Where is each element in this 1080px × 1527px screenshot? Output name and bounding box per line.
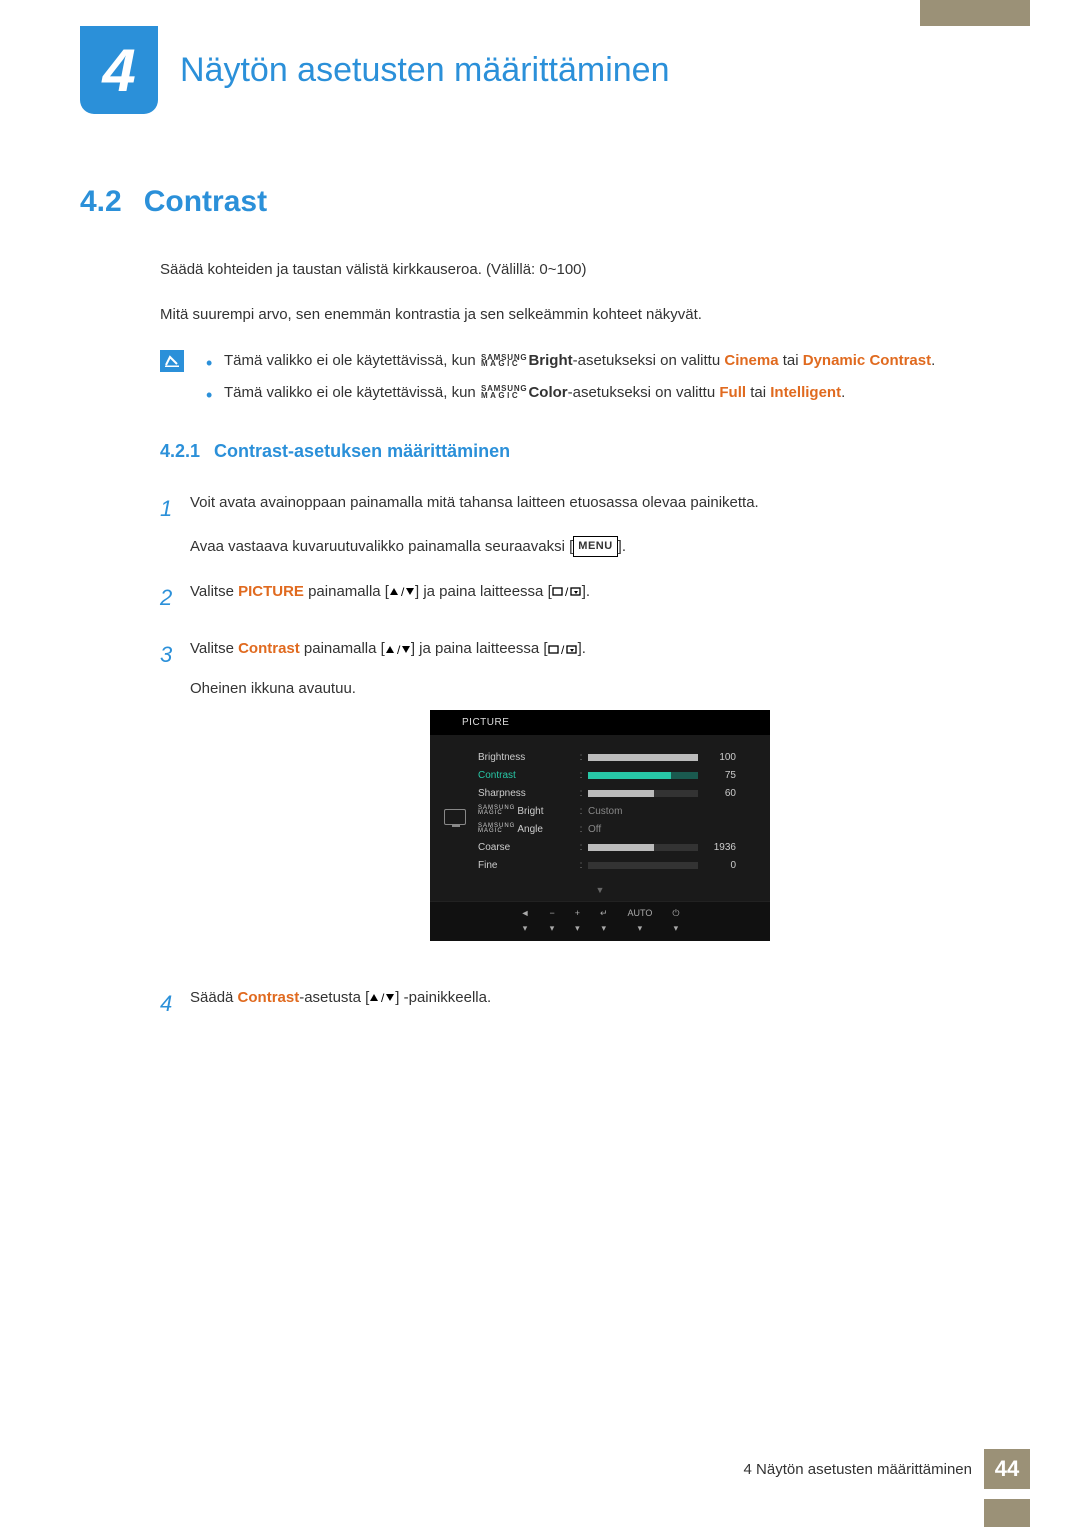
note-icon <box>160 350 184 372</box>
osd-nav-left-icon: ◄▾ <box>521 906 530 937</box>
step-number: 3 <box>160 636 190 964</box>
step-text: ] ja paina laitteessa [ <box>411 640 548 657</box>
section-intro-2: Mitä suurempi arvo, sen enemmän kontrast… <box>160 304 1010 327</box>
note-item-2: Tämä valikko ei ole käytettävissä, kun S… <box>202 380 935 406</box>
note-keyword: Full <box>719 384 746 401</box>
step-text: ] ja paina laitteessa [ <box>415 583 552 600</box>
step-text: Valitse <box>190 583 238 600</box>
menu-key-icon: MENU <box>573 536 617 557</box>
chapter-number-badge: 4 <box>80 26 158 114</box>
step-keyword: Contrast <box>238 989 300 1006</box>
osd-row: Brightness:100 <box>478 749 756 766</box>
source-enter-icon: / <box>548 637 578 663</box>
bottom-accent-stripe <box>984 1499 1030 1527</box>
step-text: -asetusta [ <box>299 989 369 1006</box>
step-4: 4 Säädä Contrast-asetusta [ / ] -painikkee… <box>160 985 1010 1022</box>
step-text: Avaa vastaava kuvaruutuvalikko painamall… <box>190 538 573 555</box>
svg-text:/: / <box>381 992 385 1004</box>
note-text: -asetukseksi on valittu <box>568 384 720 401</box>
note-text: Tämä valikko ei ole käytettävissä, kun <box>224 384 480 401</box>
osd-row: Fine:0 <box>478 857 756 874</box>
page-number-badge: 44 <box>984 1449 1030 1489</box>
note-text: . <box>841 384 845 401</box>
note-item-1: Tämä valikko ei ole käytettävissä, kun S… <box>202 348 935 374</box>
step-text: painamalla [ <box>300 640 385 657</box>
note-text: . <box>931 352 935 369</box>
subsection-heading: 4.2.1 Contrast-asetuksen määrittäminen <box>160 441 1010 462</box>
subsection-title: Contrast-asetuksen määrittäminen <box>214 441 510 462</box>
note-keyword: Cinema <box>724 352 778 369</box>
osd-row: Coarse:1936 <box>478 839 756 856</box>
osd-row: SAMSUNGMAGICAngle:Off <box>478 821 756 838</box>
page-header: 4 Näytön asetusten määrittäminen <box>80 26 1030 114</box>
step-text: Säädä <box>190 989 238 1006</box>
step-number: 4 <box>160 985 190 1022</box>
svg-text:/: / <box>565 586 569 598</box>
step-text: ]. <box>582 583 590 600</box>
chapter-title: Näytön asetusten määrittäminen <box>180 51 669 90</box>
osd-power-icon: ⏻▾ <box>672 906 679 937</box>
osd-row: Sharpness:60 <box>478 785 756 802</box>
note-text: -asetukseksi on valittu <box>573 352 725 369</box>
osd-auto-label: AUTO▾ <box>628 906 653 937</box>
step-number: 2 <box>160 579 190 616</box>
up-down-arrow-icon: / <box>389 579 415 605</box>
footer-text: 4 Näytön asetusten määrittäminen <box>744 1461 972 1478</box>
steps-list: 1 Voit avata avainoppaan painamalla mitä… <box>160 490 1010 1022</box>
samsung-magic-label: SAMSUNGMAGIC <box>481 355 528 368</box>
osd-footer: ◄▾ −▾ +▾ ↵▾ AUTO▾ ⏻▾ <box>430 901 770 941</box>
section-number: 4.2 <box>80 185 122 219</box>
page-footer: 4 Näytön asetusten määrittäminen 44 <box>744 1449 1030 1489</box>
svg-text:/: / <box>401 586 405 598</box>
page-content: 4.2 Contrast Säädä kohteiden ja taustan … <box>80 185 1010 1042</box>
step-keyword: Contrast <box>238 640 300 657</box>
step-text: ]. <box>618 538 626 555</box>
note-keyword: Dynamic Contrast <box>803 352 931 369</box>
section-intro-1: Säädä kohteiden ja taustan välistä kirkk… <box>160 259 1010 282</box>
step-1: 1 Voit avata avainoppaan painamalla mitä… <box>160 490 1010 559</box>
osd-nav-minus-icon: −▾ <box>549 906 554 937</box>
step-text: painamalla [ <box>304 583 389 600</box>
source-enter-icon: / <box>552 579 582 605</box>
samsung-magic-label: SAMSUNGMAGIC <box>481 386 528 399</box>
top-accent-stripe <box>920 0 1030 26</box>
note-body: Tämä valikko ei ole käytettävissä, kun S… <box>202 348 935 411</box>
monitor-icon <box>444 809 466 825</box>
step-text: Voit avata avainoppaan painamalla mitä t… <box>190 490 1010 516</box>
note-bold: Bright <box>528 352 572 369</box>
step-text: Oheinen ikkuna avautuu. <box>190 676 1010 702</box>
step-number: 1 <box>160 490 190 559</box>
section-title: Contrast <box>144 185 267 219</box>
subsection-number: 4.2.1 <box>160 441 200 462</box>
osd-screenshot: PICTURE Brightness:100Contrast:75Sharpne… <box>430 710 770 941</box>
step-text: ]. <box>578 640 586 657</box>
up-down-arrow-icon: / <box>369 985 395 1011</box>
step-text: Valitse <box>190 640 238 657</box>
step-2: 2 Valitse PICTURE painamalla [ / ] ja pain… <box>160 579 1010 616</box>
osd-nav-enter-icon: ↵▾ <box>600 906 608 937</box>
step-keyword: PICTURE <box>238 583 304 600</box>
osd-scroll-down-icon: ▼ <box>430 883 770 901</box>
note-text: tai <box>779 352 803 369</box>
svg-text:/: / <box>397 644 401 656</box>
section-heading: 4.2 Contrast <box>80 185 1010 219</box>
osd-title: PICTURE <box>430 710 770 735</box>
svg-text:/: / <box>561 644 565 656</box>
step-3: 3 Valitse Contrast painamalla [ / ] ja pai… <box>160 636 1010 964</box>
osd-row: SAMSUNGMAGICBright:Custom <box>478 803 756 820</box>
note-keyword: Intelligent <box>770 384 841 401</box>
up-down-arrow-icon: / <box>385 637 411 663</box>
note-text: tai <box>746 384 770 401</box>
osd-rows: Brightness:100Contrast:75Sharpness:60SAM… <box>478 749 756 875</box>
osd-nav-plus-icon: +▾ <box>575 906 580 937</box>
note-block: Tämä valikko ei ole käytettävissä, kun S… <box>160 348 1010 411</box>
note-text: Tämä valikko ei ole käytettävissä, kun <box>224 352 480 369</box>
osd-sidebar <box>444 749 478 875</box>
step-text: ] -painikkeella. <box>395 989 491 1006</box>
note-bold: Color <box>528 384 567 401</box>
osd-row: Contrast:75 <box>478 767 756 784</box>
